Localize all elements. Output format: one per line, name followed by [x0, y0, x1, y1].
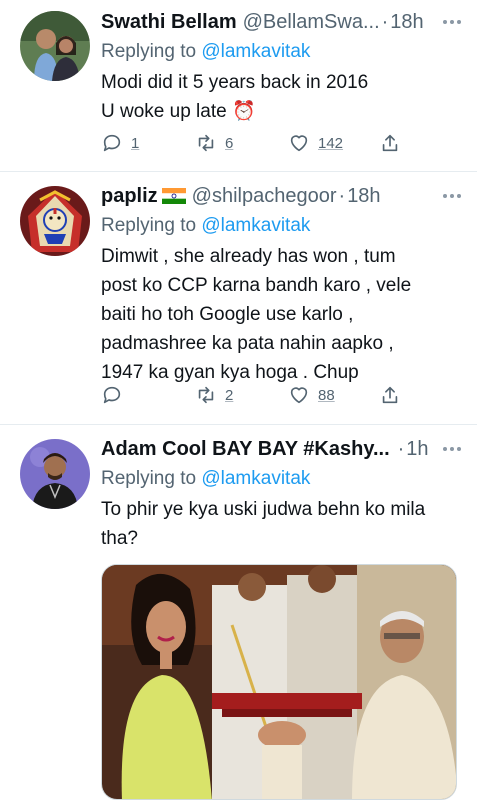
timestamp[interactable]: 18h [390, 8, 423, 36]
heart-icon [290, 135, 308, 152]
tweet-text-line: Dimwit , she already has won , tum [101, 246, 396, 267]
like-button[interactable]: 88 [288, 384, 335, 406]
author-handle[interactable]: @shilpachegoor [192, 182, 337, 210]
tweet-text: Dimwit , she already has won , tum post … [101, 242, 461, 387]
reply-context: Replying to @lamkavitak [101, 465, 461, 493]
timestamp[interactable]: 18h [347, 182, 380, 210]
timestamp[interactable]: 1h [406, 435, 428, 463]
more-options-icon[interactable] [435, 447, 461, 451]
tweet-text-line: U woke up late ⏰ [101, 101, 256, 122]
like-count: 88 [318, 386, 335, 404]
more-options-icon[interactable] [435, 20, 461, 24]
retweet-count: 6 [225, 134, 234, 152]
share-button[interactable] [379, 384, 401, 406]
share-icon [382, 386, 398, 404]
tweet-text: Modi did it 5 years back in 2016 U woke … [101, 68, 461, 126]
reply-context: Replying to @lamkavitak [101, 212, 461, 240]
man-portrait-avatar-icon [20, 439, 90, 509]
reply-prefix: Replying to [101, 215, 202, 236]
tweet-text-line: padmashree ka pata nahin aapko , [101, 333, 394, 354]
reply-mention-link[interactable]: @lamkavitak [201, 215, 310, 236]
retweet-count: 2 [225, 386, 234, 404]
separator-dot: · [397, 438, 405, 460]
reply-prefix: Replying to [101, 41, 202, 62]
retweet-button[interactable]: 6 [195, 132, 233, 154]
action-bar: 1 6 142 [101, 132, 401, 156]
tweet-text-line: To phir ye kya uski judwa behn ko mila [101, 499, 426, 520]
tweet-text-line: post ko CCP karna bandh karo , vele [101, 275, 412, 296]
tweet-text-line: baiti ho toh Google use karlo , [101, 304, 354, 325]
tweet-text-line: tha? [101, 528, 138, 549]
reply-button[interactable] [101, 384, 131, 406]
tweet-media-image[interactable] [101, 564, 457, 800]
share-icon [382, 134, 398, 152]
reply-prefix: Replying to [101, 468, 202, 489]
tweet[interactable]: Swathi Bellam @BellamSwa... · 18h Replyi… [0, 0, 477, 172]
reply-button[interactable]: 1 [101, 132, 139, 154]
india-flag-icon [161, 188, 186, 204]
action-bar: 2 88 [101, 384, 401, 408]
separator-dot: · [381, 11, 389, 33]
reply-mention-link[interactable]: @lamkavitak [201, 468, 310, 489]
reply-icon [103, 386, 121, 404]
tweet-text-line: 1947 ka gyan kya hoga . Chup [101, 362, 359, 383]
couple-avatar-icon [20, 11, 90, 81]
avatar[interactable] [20, 11, 90, 81]
goddess-art-avatar-icon [20, 186, 90, 256]
heart-icon [290, 387, 308, 404]
like-count: 142 [318, 134, 344, 152]
author-handle[interactable]: @BellamSwa... [243, 8, 380, 36]
retweet-icon [198, 386, 214, 404]
tweet-text-line: Modi did it 5 years back in 2016 [101, 72, 369, 93]
like-button[interactable]: 142 [288, 132, 343, 154]
author-name[interactable]: Swathi Bellam [101, 8, 237, 36]
reply-mention-link[interactable]: @lamkavitak [201, 41, 310, 62]
retweet-icon [198, 134, 214, 152]
reply-icon [103, 134, 121, 152]
separator-dot: · [338, 185, 346, 207]
tweet-text: To phir ye kya uski judwa behn ko mila t… [101, 495, 461, 553]
avatar[interactable] [20, 186, 90, 256]
avatar[interactable] [20, 439, 90, 509]
reply-count: 1 [131, 134, 140, 152]
share-button[interactable] [379, 132, 401, 154]
award-ceremony-photo-icon [102, 565, 456, 799]
author-name[interactable]: Adam Cool BAY BAY #Kashy... [101, 435, 390, 463]
tweet[interactable]: Adam Cool BAY BAY #Kashy... · 1h Replyin… [0, 425, 477, 800]
retweet-button[interactable]: 2 [195, 384, 233, 406]
author-name[interactable]: papliz [101, 182, 158, 210]
reply-context: Replying to @lamkavitak [101, 38, 461, 66]
more-options-icon[interactable] [435, 194, 461, 198]
tweet[interactable]: papliz @shilpachegoor · 18h Replying to … [0, 172, 477, 425]
